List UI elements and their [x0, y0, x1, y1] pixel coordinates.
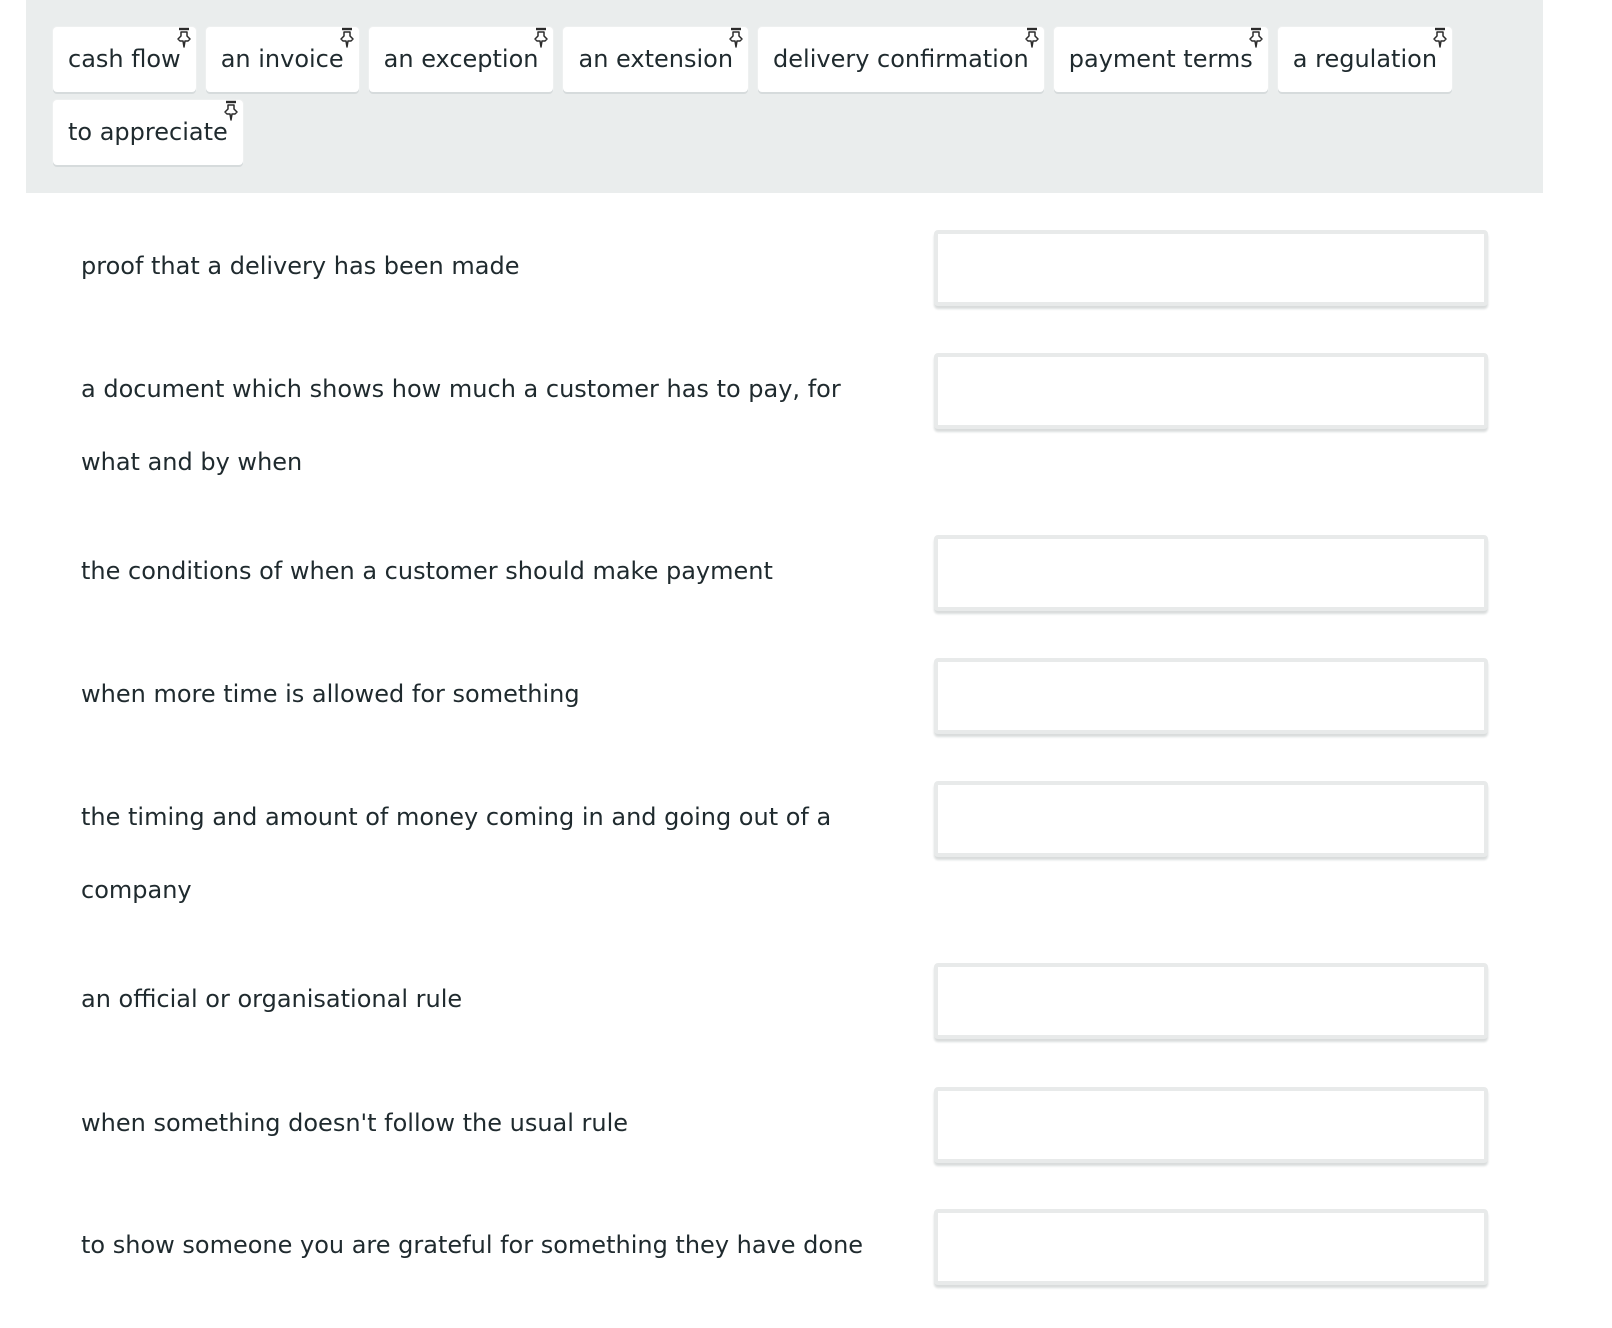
pin-icon[interactable] — [725, 25, 747, 51]
word-chip-an-exception[interactable]: an exception — [368, 25, 554, 92]
word-chip-payment-terms[interactable]: payment terms — [1053, 25, 1268, 92]
answer-drop-zone[interactable] — [934, 658, 1488, 734]
definition-text: when more time is allowed for something — [81, 680, 580, 708]
pin-icon[interactable] — [1245, 25, 1267, 51]
word-chip-label: to appreciate — [68, 118, 228, 146]
word-chip-an-extension[interactable]: an extension — [563, 25, 749, 92]
word-chip-label: cash flow — [68, 45, 181, 73]
pin-icon[interactable] — [220, 98, 242, 124]
answer-drop-zone[interactable] — [934, 535, 1488, 611]
definition-text: to show someone you are grateful for som… — [81, 1231, 864, 1259]
definition-text: the timing and amount of money coming in… — [81, 803, 832, 904]
pin-icon[interactable] — [1021, 25, 1043, 51]
pin-icon[interactable] — [1429, 25, 1451, 51]
word-chip-label: a regulation — [1292, 45, 1438, 73]
word-chip-label: an exception — [383, 45, 539, 73]
pin-icon[interactable] — [530, 25, 552, 51]
pin-icon[interactable] — [336, 25, 358, 51]
word-chip-label: an invoice — [220, 45, 344, 73]
word-chip-to-appreciate[interactable]: to appreciate — [53, 100, 243, 165]
answer-drop-zone[interactable] — [934, 1087, 1488, 1163]
word-chip-label: an extension — [578, 45, 734, 73]
answer-drop-zone[interactable] — [934, 781, 1488, 857]
word-chip-label: payment terms — [1068, 45, 1253, 73]
definition-text: proof that a delivery has been made — [81, 252, 520, 280]
word-chip-cash-flow[interactable]: cash flow — [53, 27, 196, 92]
word-chip-an-invoice[interactable]: an invoice — [205, 25, 359, 92]
definition-text: the conditions of when a customer should… — [81, 557, 773, 585]
word-chip-label: delivery confirmation — [773, 45, 1029, 73]
answer-drop-zone[interactable] — [934, 230, 1488, 306]
answer-drop-zone[interactable] — [934, 353, 1488, 429]
pin-icon[interactable] — [173, 25, 195, 51]
definition-text: a document which shows how much a custom… — [81, 375, 841, 476]
word-chip-a-regulation[interactable]: a regulation — [1277, 25, 1453, 92]
definition-text: an official or organisational rule — [81, 985, 463, 1013]
answer-drop-zone[interactable] — [934, 1209, 1488, 1285]
answer-drop-zone[interactable] — [934, 963, 1488, 1039]
definition-text: when something doesn't follow the usual … — [81, 1109, 629, 1137]
word-chip-delivery-confirmation[interactable]: delivery confirmation — [758, 27, 1044, 92]
word-chip-list: cash flow an invoice an exception an ext… — [53, 27, 1533, 165]
word-pool: cash flow an invoice an exception an ext… — [26, 0, 1543, 193]
